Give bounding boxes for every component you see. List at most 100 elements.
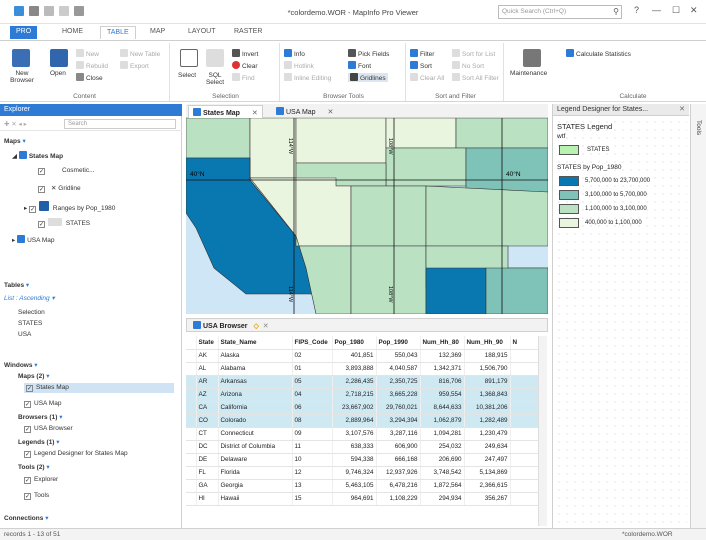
column-header[interactable]: State_Name [218,336,293,350]
select-button[interactable]: Select [178,72,196,79]
table-cell[interactable]: 12,937,926 [376,466,421,480]
table-cell[interactable]: Georgia [218,479,293,493]
table-cell[interactable]: 10,381,206 [464,401,511,415]
table-cell[interactable]: AR [196,375,219,389]
table-cell[interactable]: 816,706 [420,375,465,389]
table-row[interactable]: DE Delaware 10 594,338 666,168 206,690 247,497 [186,453,539,467]
sql-select-button[interactable]: SQL Select [204,72,226,86]
table-cell[interactable]: 11 [292,440,333,454]
tree-item-usa-map[interactable]: ▸ USA Map [12,235,55,244]
table-cell[interactable]: Connecticut [218,427,293,441]
checkbox-icon[interactable]: ✓ [29,206,37,213]
no-sort-button[interactable]: No Sort [452,61,484,70]
column-header[interactable]: FIPS_Code [292,336,333,350]
table-cell[interactable]: 2,286,435 [332,375,377,389]
checkbox-icon[interactable]: ✓ [24,451,31,458]
connections-section[interactable]: Connections ▾ [4,514,48,522]
table-cell[interactable] [510,388,539,402]
table-row[interactable]: CA California 06 23,667,902 29,760,021 8,644,… [186,401,539,415]
legend-title[interactable]: STATES Legend [557,122,612,131]
sort-for-list-button[interactable]: Sort for List [452,49,495,58]
workspace-name[interactable]: *colordemo.WOR [622,531,673,538]
table-cell[interactable]: 5,134,869 [464,466,511,480]
state-shape[interactable] [350,245,427,314]
export-button[interactable]: Export [120,61,149,70]
maximize-button[interactable]: ☐ [672,5,680,16]
state-shape[interactable] [295,118,387,164]
legend-designer-header[interactable]: Legend Designer for States... ✕ [553,104,689,116]
table-cell[interactable]: 2,366,615 [464,479,511,493]
tab-states-map[interactable]: States Map ✕ [188,105,263,118]
table-cell[interactable]: 3,107,576 [332,427,377,441]
table-cell[interactable] [510,362,539,376]
pick-fields-button[interactable]: Pick Fields [348,49,389,58]
table-row[interactable]: AL Alabama 01 3,893,888 4,040,587 1,342,371 1,… [186,362,539,376]
new-button[interactable]: New [76,49,99,58]
clear-all-button[interactable]: Clear All [410,73,444,82]
table-cell[interactable]: 29,760,021 [376,401,421,415]
new-browser-button[interactable]: New Browser [6,70,38,84]
state-shape[interactable] [425,267,487,314]
table-row[interactable]: HI Hawaii 15 964,691 1,108,229 294,934 356,267 [186,492,539,506]
table-cell[interactable]: Alaska [218,349,293,363]
table-item[interactable]: Selection [18,309,45,316]
table-cell[interactable]: 08 [292,414,333,428]
table-cell[interactable] [510,427,539,441]
tab-layout[interactable]: LAYOUT [182,26,222,39]
windows-browsers-group[interactable]: Browsers (1) ▾ [18,413,62,421]
table-cell[interactable]: DC [196,440,219,454]
table-cell[interactable]: 594,338 [332,453,377,467]
window-item-explorer[interactable]: ✓ Explorer [24,476,58,484]
table-row[interactable]: CT Connecticut 09 3,107,576 3,287,116 1,094,2… [186,427,539,441]
checkbox-icon[interactable]: ✓ [24,493,31,500]
range-label[interactable]: 400,000 to 1,100,000 [585,220,642,226]
table-cell[interactable]: 06 [292,401,333,415]
column-header[interactable]: Pop_1980 [332,336,377,350]
table-cell[interactable]: 3,665,228 [376,388,421,402]
maintenance-button[interactable]: Maintenance [510,70,547,77]
table-cell[interactable]: Arizona [218,388,293,402]
table-cell[interactable]: CT [196,427,219,441]
filter-button[interactable]: Filter [410,49,434,58]
tables-section[interactable]: Tables ▾ [4,281,29,289]
checkbox-icon[interactable]: ✓ [24,401,31,408]
tools-side-tab[interactable]: Tools [690,104,706,528]
row-selector[interactable] [186,427,197,441]
table-cell[interactable]: 959,554 [420,388,465,402]
table-cell[interactable]: 606,900 [376,440,421,454]
table-cell[interactable]: CO [196,414,219,428]
table-cell[interactable]: 3,294,394 [376,414,421,428]
table-cell[interactable]: 9,746,324 [332,466,377,480]
explorer-search-input[interactable]: Search [64,119,176,129]
tab-home[interactable]: HOME [56,26,89,39]
table-cell[interactable]: 964,691 [332,492,377,506]
table-row[interactable]: AK Alaska 02 401,851 550,043 132,369 188,915 [186,349,539,363]
close-icon[interactable]: ✕ [328,109,334,116]
table-cell[interactable]: 188,915 [464,349,511,363]
table-cell[interactable]: 23,667,902 [332,401,377,415]
table-cell[interactable]: CA [196,401,219,415]
table-cell[interactable]: 10 [292,453,333,467]
tab-raster[interactable]: RASTER [228,26,268,39]
usa-browser-header[interactable]: USA Browser ◇ ✕ [186,318,548,332]
close-icon[interactable]: ✕ [252,110,258,117]
table-cell[interactable]: 3,287,116 [376,427,421,441]
table-cell[interactable]: 1,368,843 [464,388,511,402]
invert-button[interactable]: Invert [232,49,258,58]
states-map-canvas[interactable]: 40°N 40°N 114°W 108°W 114°W 108°W [186,118,548,314]
open-button[interactable]: Open [50,70,66,77]
table-cell[interactable]: 1,094,281 [420,427,465,441]
table-cell[interactable]: 1,506,790 [464,362,511,376]
tab-table[interactable]: TABLE [100,26,136,39]
table-cell[interactable]: 1,872,564 [420,479,465,493]
checkbox-icon[interactable]: ✓ [26,385,33,392]
table-cell[interactable] [510,375,539,389]
inline-editing-button[interactable]: Inline Editing [284,73,331,82]
table-cell[interactable]: 2,718,215 [332,388,377,402]
table-cell[interactable]: Delaware [218,453,293,467]
table-row[interactable]: DC District of Columbia 11 638,333 606,900 25… [186,440,539,454]
row-selector[interactable] [186,440,197,454]
table-row[interactable]: AZ Arizona 04 2,718,215 3,665,228 959,554 1,36… [186,388,539,402]
table-cell[interactable]: 254,032 [420,440,465,454]
sort-button[interactable]: Sort [410,61,432,70]
